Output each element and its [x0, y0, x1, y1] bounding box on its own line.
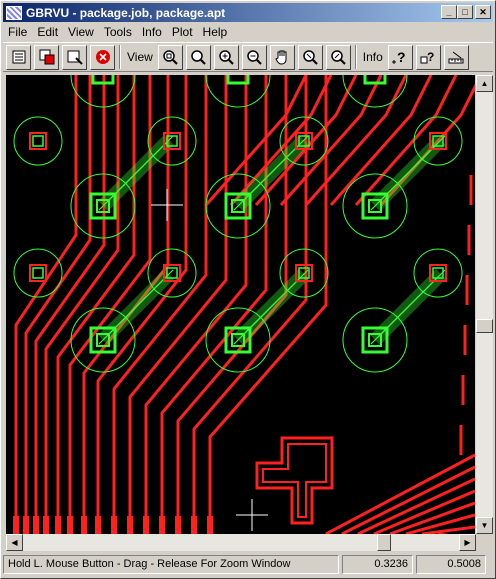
stop-button[interactable]	[90, 44, 115, 70]
svg-text:?: ?	[397, 49, 406, 65]
application-window: GBRVU - package.job, package.apt _ □ ✕ F…	[0, 0, 496, 579]
y-coordinate: 0.5008	[416, 554, 486, 574]
view-label: View	[127, 50, 153, 64]
menu-info[interactable]: Info	[137, 25, 167, 39]
zoom-in-icon	[219, 50, 235, 65]
pad-strip-edge	[370, 277, 438, 345]
menu-file[interactable]: File	[3, 25, 32, 39]
zoom-out-icon	[247, 50, 263, 65]
pcb-drawing-canvas[interactable]	[6, 75, 475, 534]
toolbar: View Info ? ?	[3, 42, 493, 72]
window-title: GBRVU - package.job, package.apt	[26, 5, 226, 20]
horizontal-scrollbar[interactable]: ◀ ▶	[6, 534, 476, 551]
zoom-previous-icon	[303, 50, 319, 65]
crosshair	[151, 189, 183, 221]
minimize-button[interactable]: _	[441, 5, 457, 19]
zoom-in-button[interactable]	[213, 44, 239, 70]
toolbar-separator	[119, 45, 121, 69]
zoom-fit-icon	[163, 50, 179, 65]
title-bar[interactable]: GBRVU - package.job, package.apt _ □ ✕	[3, 3, 493, 22]
stop-icon	[95, 50, 110, 64]
zoom-previous-button[interactable]	[297, 44, 323, 70]
zoom-redraw-icon	[331, 50, 347, 65]
menu-edit[interactable]: Edit	[32, 25, 63, 39]
menu-view[interactable]: View	[63, 25, 99, 39]
pad-ring	[13, 116, 63, 166]
open-file-button[interactable]	[62, 44, 87, 70]
menu-bar: File Edit View Tools Info Plot Help	[3, 23, 232, 41]
layers-icon	[12, 50, 25, 64]
zoom-window-button[interactable]	[185, 44, 211, 70]
pad-ring	[147, 116, 197, 166]
layers-button[interactable]	[6, 44, 31, 70]
zoom-redraw-button[interactable]	[325, 44, 351, 70]
open-file-icon	[67, 50, 83, 65]
cross-pad	[255, 436, 334, 525]
app-icon[interactable]	[6, 5, 22, 20]
pad-ring	[205, 75, 271, 108]
status-message: Hold L. Mouse Button - Drag - Release Fo…	[3, 554, 339, 574]
scroll-right-button[interactable]: ▶	[459, 534, 476, 551]
x-coordinate: 0.3236	[342, 554, 413, 574]
cross-pad-inner	[262, 443, 327, 518]
info-object-icon: ?	[420, 50, 435, 64]
maximize-button[interactable]: □	[457, 5, 473, 19]
via-inner	[32, 267, 44, 279]
menu-help[interactable]: Help	[198, 25, 233, 39]
scroll-down-button[interactable]: ▼	[476, 517, 493, 534]
scroll-up-button[interactable]: ▲	[476, 75, 493, 92]
toolbar-separator	[354, 45, 357, 69]
pan-hand-icon	[275, 50, 287, 65]
info-query-icon: ?	[392, 49, 406, 65]
horizontal-scroll-thumb[interactable]	[377, 534, 391, 551]
via-inner	[32, 135, 44, 147]
info-label: Info	[362, 50, 383, 64]
layer-color-button[interactable]	[34, 44, 59, 70]
pcb-layout-view[interactable]	[6, 75, 475, 534]
vertical-scrollbar[interactable]: ▲ ▼	[476, 75, 493, 534]
zoom-out-button[interactable]	[241, 44, 267, 70]
measure-icon	[448, 51, 464, 64]
info-query-button[interactable]: ?	[387, 44, 413, 70]
menu-plot[interactable]: Plot	[167, 25, 198, 39]
crosshair	[236, 499, 268, 531]
pan-button[interactable]	[269, 44, 295, 70]
info-object-button[interactable]: ?	[415, 44, 441, 70]
menu-tools[interactable]: Tools	[99, 25, 137, 39]
status-bar: Hold L. Mouse Button - Drag - Release Fo…	[3, 552, 493, 576]
layer-color-icon	[39, 49, 54, 65]
zoom-window-icon	[191, 50, 207, 65]
svg-text:?: ?	[427, 50, 434, 64]
measure-button[interactable]	[443, 44, 469, 70]
close-button[interactable]: ✕	[475, 5, 491, 19]
pad-strip-edge	[98, 143, 166, 211]
scroll-left-button[interactable]: ◀	[6, 534, 23, 551]
scrollbar-corner	[476, 534, 493, 551]
zoom-fit-button[interactable]	[157, 44, 183, 70]
vertical-scroll-thumb[interactable]	[476, 319, 493, 333]
